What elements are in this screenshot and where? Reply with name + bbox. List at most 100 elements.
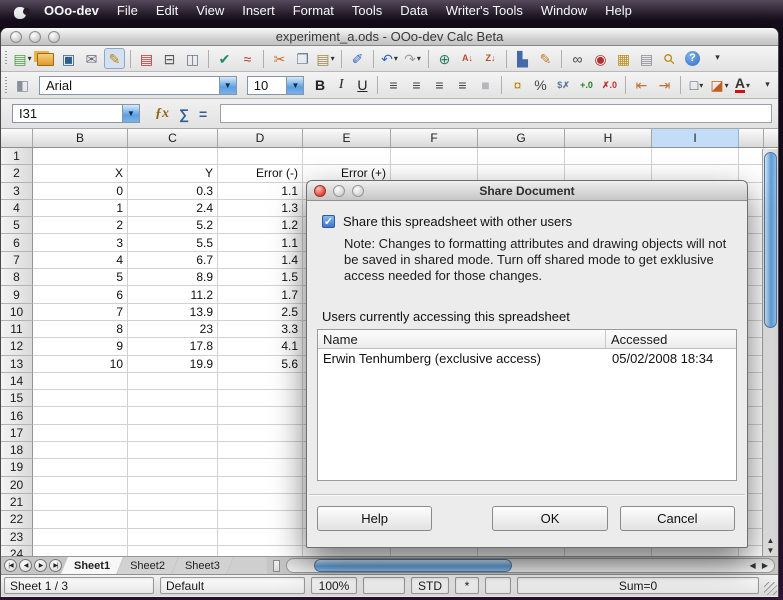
- window-zoom-button[interactable]: [48, 31, 60, 43]
- status-sheet-position[interactable]: Sheet 1 / 3: [4, 577, 154, 594]
- cell-C23[interactable]: [128, 529, 218, 546]
- hyperlink-icon[interactable]: ⊕: [434, 48, 455, 69]
- cell-D12[interactable]: 4.1: [218, 338, 303, 355]
- add-decimal-icon[interactable]: +.0: [576, 75, 597, 96]
- cell-C17[interactable]: [128, 425, 218, 442]
- find-replace-icon[interactable]: ∞: [567, 48, 588, 69]
- cell-C2[interactable]: Y: [128, 165, 218, 182]
- cell-C4[interactable]: 2.4: [128, 200, 218, 217]
- row-header-7[interactable]: 7: [1, 252, 33, 269]
- help-icon[interactable]: ?: [682, 48, 703, 69]
- cell-B22[interactable]: [33, 511, 128, 528]
- tab-scroll-splitter[interactable]: [273, 560, 280, 572]
- cell-D16[interactable]: [218, 407, 303, 424]
- users-column-accessed[interactable]: Accessed: [606, 332, 667, 347]
- spelling-icon[interactable]: ✔: [214, 48, 235, 69]
- cell-D6[interactable]: 1.1: [218, 234, 303, 251]
- users-list-box[interactable]: Name Accessed Erwin Tenhumberg (exclusiv…: [317, 329, 737, 481]
- menu-view[interactable]: View: [187, 0, 233, 22]
- cell-F1[interactable]: [391, 148, 478, 165]
- previous-sheet-icon[interactable]: ◀: [19, 559, 32, 572]
- toolbar-more-icon[interactable]: ▾: [707, 47, 728, 68]
- last-sheet-icon[interactable]: ▶|: [49, 559, 62, 572]
- align-left-icon[interactable]: ≡: [383, 75, 404, 96]
- row-header-15[interactable]: 15: [1, 390, 33, 407]
- number-format-percent-icon[interactable]: %: [530, 75, 551, 96]
- status-modified-flag[interactable]: *: [455, 577, 479, 594]
- scroll-up-icon[interactable]: ▲: [763, 536, 778, 546]
- cell-C14[interactable]: [128, 373, 218, 390]
- row-header-22[interactable]: 22: [1, 511, 33, 528]
- cell-B7[interactable]: 4: [33, 252, 128, 269]
- cell-B14[interactable]: [33, 373, 128, 390]
- cell-B20[interactable]: [33, 477, 128, 494]
- align-justified-icon[interactable]: ≡: [452, 75, 473, 96]
- paste-icon[interactable]: ▤▾: [315, 48, 336, 69]
- cell-C7[interactable]: 6.7: [128, 252, 218, 269]
- cell-B9[interactable]: 6: [33, 286, 128, 303]
- menu-format[interactable]: Format: [284, 0, 343, 22]
- row-header-21[interactable]: 21: [1, 494, 33, 511]
- cell-D17[interactable]: [218, 425, 303, 442]
- row-header-24[interactable]: 24: [1, 546, 33, 556]
- borders-icon[interactable]: □▾: [686, 75, 707, 96]
- cell-C18[interactable]: [128, 442, 218, 459]
- cell-D22[interactable]: [218, 511, 303, 528]
- cell-B21[interactable]: [33, 494, 128, 511]
- cell-C3[interactable]: 0.3: [128, 183, 218, 200]
- status-page-style[interactable]: Default: [160, 577, 305, 594]
- cell-H1[interactable]: [565, 148, 652, 165]
- status-zoom-level[interactable]: 100%: [311, 577, 357, 594]
- menu-writer-s-tools[interactable]: Writer's Tools: [437, 0, 532, 22]
- font-color-icon[interactable]: A▾: [732, 75, 753, 96]
- cell-C1[interactable]: [128, 148, 218, 165]
- equals-icon[interactable]: =: [199, 106, 207, 122]
- font-size-combo[interactable]: 10 ▼: [247, 76, 305, 95]
- increase-indent-icon[interactable]: ⇥: [654, 75, 675, 96]
- cell-D15[interactable]: [218, 390, 303, 407]
- cell-C20[interactable]: [128, 477, 218, 494]
- sort-descending-icon[interactable]: Z↓: [480, 48, 501, 69]
- cell-C15[interactable]: [128, 390, 218, 407]
- background-color-icon[interactable]: ◪▾: [709, 75, 730, 96]
- chart-icon[interactable]: ▙: [512, 48, 533, 69]
- row-header-23[interactable]: 23: [1, 529, 33, 546]
- open-folder-icon[interactable]: [35, 48, 56, 69]
- cell-D13[interactable]: 5.6: [218, 356, 303, 373]
- formula-input-line[interactable]: [220, 104, 772, 123]
- row-header-2[interactable]: 2: [1, 165, 33, 182]
- cell-B2[interactable]: X: [33, 165, 128, 182]
- vertical-scrollbar-thumb[interactable]: [764, 152, 777, 328]
- cell-C19[interactable]: [128, 459, 218, 476]
- column-header-C[interactable]: C: [128, 129, 218, 147]
- cell-B24[interactable]: [33, 546, 128, 556]
- status-signature[interactable]: [485, 577, 511, 594]
- align-right-icon[interactable]: ≡: [429, 75, 450, 96]
- column-header-D[interactable]: D: [218, 129, 303, 147]
- cut-icon[interactable]: ✂: [269, 48, 290, 69]
- grid-corner[interactable]: [1, 129, 33, 147]
- cell-B17[interactable]: [33, 425, 128, 442]
- window-close-button[interactable]: [10, 31, 22, 43]
- toolbar-more-icon[interactable]: ▾: [757, 74, 778, 95]
- sort-ascending-icon[interactable]: A↓: [457, 48, 478, 69]
- cell-B10[interactable]: 7: [33, 304, 128, 321]
- cell-D24[interactable]: [218, 546, 303, 556]
- cell-B1[interactable]: [33, 148, 128, 165]
- column-header-E[interactable]: E: [303, 129, 391, 147]
- cell-B19[interactable]: [33, 459, 128, 476]
- menu-window[interactable]: Window: [532, 0, 596, 22]
- page-preview-icon[interactable]: ◫: [182, 48, 203, 69]
- cell-D10[interactable]: 2.5: [218, 304, 303, 321]
- row-header-14[interactable]: 14: [1, 373, 33, 390]
- align-center-icon[interactable]: ≡: [406, 75, 427, 96]
- cell-C13[interactable]: 19.9: [128, 356, 218, 373]
- new-document-icon[interactable]: ▤▾: [12, 48, 33, 69]
- cell-B15[interactable]: [33, 390, 128, 407]
- gallery-icon[interactable]: ▦: [613, 48, 634, 69]
- row-header-10[interactable]: 10: [1, 304, 33, 321]
- undo-icon[interactable]: ↶▾: [379, 48, 400, 69]
- menu-data[interactable]: Data: [391, 0, 436, 22]
- apply-style-icon[interactable]: ◧: [12, 75, 33, 96]
- user-row[interactable]: Erwin Tenhumberg (exclusive access)05/02…: [318, 349, 736, 367]
